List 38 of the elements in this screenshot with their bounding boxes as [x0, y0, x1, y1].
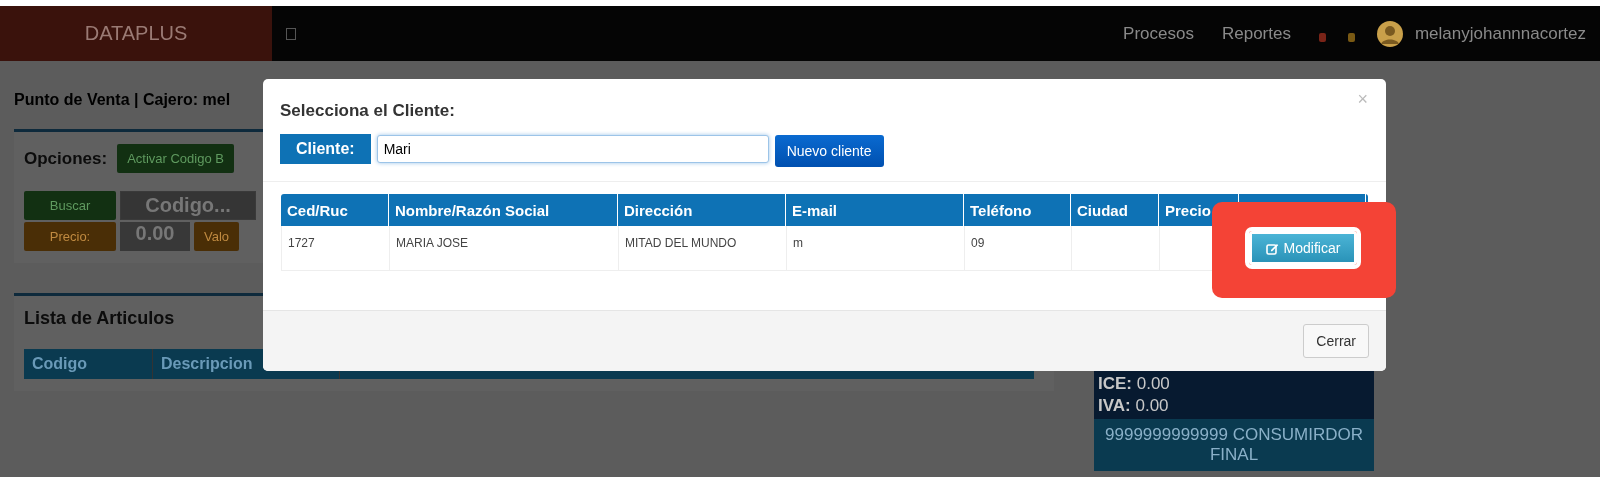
user-name[interactable]: melanyjohannnacortez [1414, 23, 1586, 44]
code-field[interactable]: Codigo... [120, 191, 256, 220]
client-field[interactable]: Mari [376, 135, 769, 163]
column-header: Ced/Ruc [281, 194, 389, 226]
column-header: Nombre/Razón Social [389, 194, 618, 226]
page-title: Punto de Venta | Cajero: mel [14, 91, 231, 109]
nav-link[interactable]: Procesos [1123, 23, 1194, 44]
menu-toggle-icon[interactable] [286, 27, 296, 40]
total-line: IVA: 0.00 [1097, 395, 1170, 417]
value-button[interactable]: Valo [194, 222, 240, 251]
notification-badge[interactable] [1347, 32, 1355, 42]
price-button[interactable]: Precio: [24, 222, 116, 251]
brand-logo[interactable]: DATAPLUS [0, 6, 272, 61]
options-label: Opciones: [24, 148, 108, 169]
price-field[interactable]: 0.00 [120, 222, 190, 251]
client-label: Cliente: [280, 134, 371, 164]
table-cell: 09 [971, 236, 985, 250]
table-cell: MARIA JOSE [396, 236, 469, 250]
barcode-button[interactable]: Activar Codigo B [117, 144, 234, 173]
column-header: Teléfono [964, 194, 1071, 226]
table-cell: 1727 [288, 236, 315, 250]
customer-name: 9999999999999 CONSUMIRDOR FINAL [1094, 419, 1374, 471]
column-header: Codigo [24, 349, 153, 379]
column-header: E-mail [786, 194, 964, 226]
close-button[interactable]: Cerrar [1303, 324, 1369, 358]
notification-badge[interactable] [1318, 32, 1326, 42]
total-line: ICE: 0.00 [1097, 373, 1171, 395]
list-title: Lista de Articulos [24, 308, 176, 329]
new-client-button[interactable]: Nuevo cliente [774, 135, 884, 167]
table-cell: MITAD DEL MUNDO [625, 236, 737, 250]
nav-link[interactable]: Reportes [1221, 23, 1291, 44]
column-header: Dirección [618, 194, 786, 226]
table-cell: m [793, 236, 803, 250]
avatar-icon[interactable] [1376, 20, 1403, 47]
edit-icon [1265, 241, 1279, 255]
dialog-title: Selecciona el Cliente: [280, 101, 456, 121]
search-button[interactable]: Buscar [24, 191, 116, 220]
column-header: Ciudad [1071, 194, 1159, 226]
